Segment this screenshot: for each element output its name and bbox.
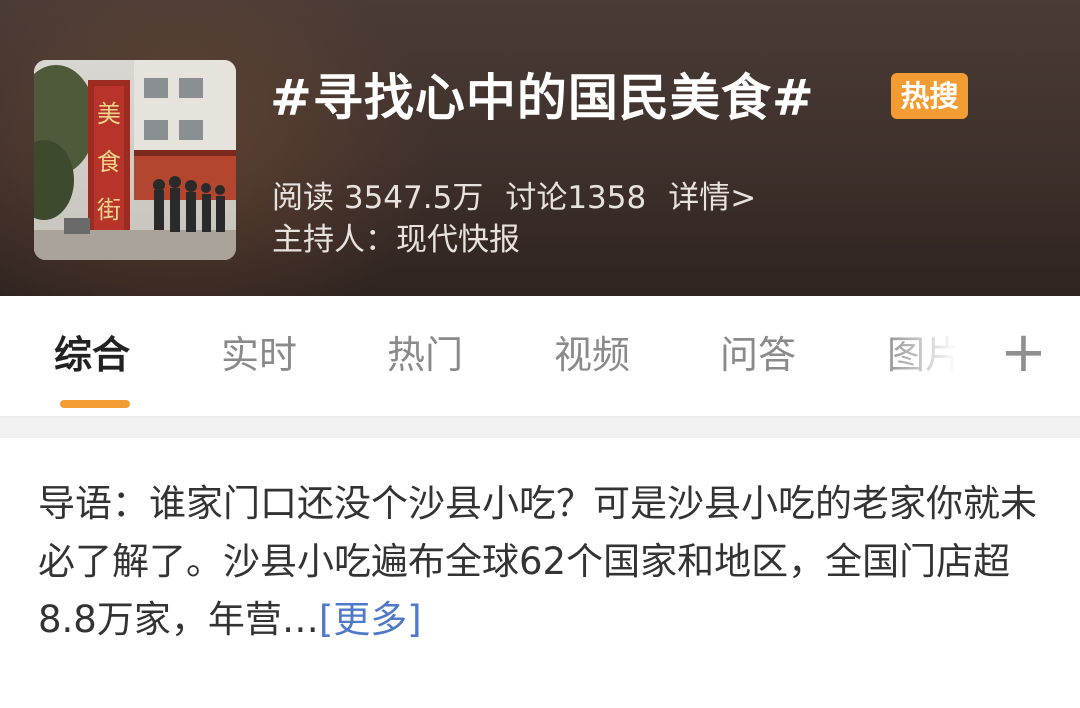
street-photo-image: 美 食 街 xyxy=(34,60,236,260)
topic-thumbnail[interactable]: 美 食 街 xyxy=(34,60,236,260)
read-count: 阅读 3547.5万 xyxy=(272,180,484,216)
tab-qa[interactable]: 问答 xyxy=(720,330,796,380)
more-link[interactable]: [更多] xyxy=(319,598,422,641)
sign-char-3: 街 xyxy=(97,196,121,224)
active-tab-indicator xyxy=(60,400,130,408)
hot-search-badge: 热搜 xyxy=(891,73,968,119)
tab-overflow-fade xyxy=(880,316,970,396)
section-divider xyxy=(0,418,1080,438)
discussion-count: 讨论1358 xyxy=(505,180,647,216)
tab-video[interactable]: 视频 xyxy=(554,330,630,380)
tab-bar: 综合 实时 热门 视频 问答 图片 + xyxy=(0,296,1080,418)
tab-realtime[interactable]: 实时 xyxy=(221,330,297,380)
topic-intro: 导语：谁家门口还没个沙县小吃？可是沙县小吃的老家你就未必了解了。沙县小吃遍布全球… xyxy=(38,475,1038,649)
topic-host: 主持人：现代快报 xyxy=(272,222,520,258)
add-tab-icon[interactable]: + xyxy=(1000,320,1047,390)
tab-comprehensive[interactable]: 综合 xyxy=(54,330,130,380)
topic-title: #寻找心中的国民美食# xyxy=(270,69,815,127)
sign-char-2: 食 xyxy=(97,148,121,176)
topic-stats: 阅读 3547.5万 讨论1358 详情> xyxy=(272,176,778,220)
intro-text: 导语：谁家门口还没个沙县小吃？可是沙县小吃的老家你就未必了解了。沙县小吃遍布全球… xyxy=(38,482,1037,641)
topic-header: 美 食 街 #寻找心中的国民美食# 热搜 阅读 3547.5万 讨论1358 详情>… xyxy=(0,0,1080,296)
details-link[interactable]: 详情> xyxy=(668,180,756,216)
tab-hot[interactable]: 热门 xyxy=(387,330,463,380)
sign-char-1: 美 xyxy=(97,100,121,128)
